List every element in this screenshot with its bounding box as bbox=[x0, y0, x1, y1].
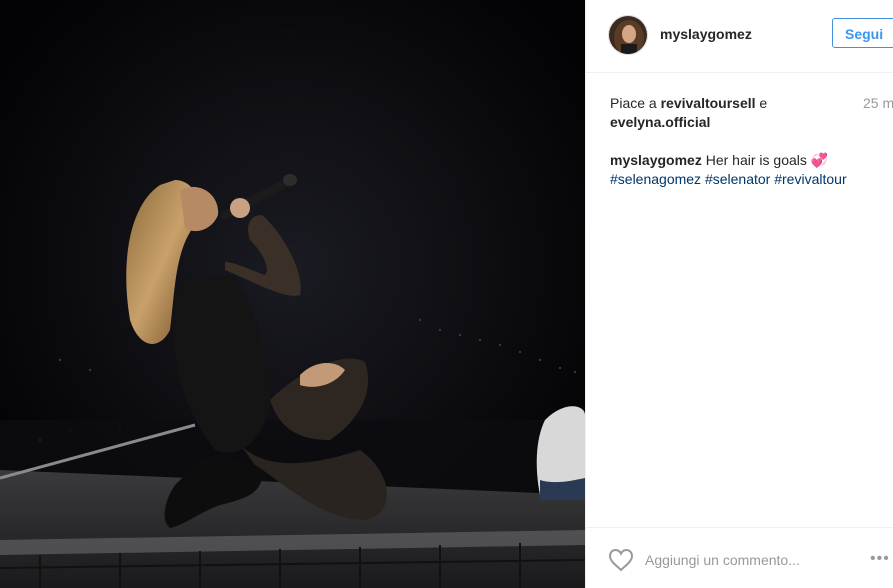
post-details-panel: myslaygomez Segui Piace a revivaltoursel… bbox=[585, 0, 893, 588]
avatar[interactable] bbox=[608, 15, 648, 55]
post-photo[interactable] bbox=[0, 0, 585, 588]
hashtag-link[interactable]: #selenator bbox=[705, 171, 770, 187]
caption-text: Her hair is goals bbox=[705, 152, 807, 168]
post-author-username[interactable]: myslaygomez bbox=[660, 26, 752, 42]
post-header: myslaygomez Segui bbox=[586, 0, 893, 73]
likes-conjunction: e bbox=[759, 95, 768, 111]
comment-input[interactable]: Aggiungi un commento... bbox=[645, 552, 800, 568]
caption-username[interactable]: myslaygomez bbox=[610, 152, 702, 168]
liked-by-user-link[interactable]: evelyna.official bbox=[610, 114, 710, 130]
like-heart-icon[interactable] bbox=[608, 548, 634, 572]
post-caption: myslaygomez Her hair is goals 💞 #selenag… bbox=[610, 151, 880, 189]
avatar-image bbox=[609, 16, 647, 54]
hashtag-link[interactable]: #revivaltour bbox=[774, 171, 846, 187]
likes-prefix: Piace a bbox=[610, 95, 657, 111]
comment-bar: Aggiungi un commento... ••• bbox=[586, 527, 893, 588]
concert-photo-illustration bbox=[0, 0, 585, 588]
liked-by-user-link[interactable]: revivaltoursell bbox=[661, 95, 756, 111]
more-options-icon[interactable]: ••• bbox=[870, 550, 890, 568]
likes-summary: Piace a revivaltoursell e evelyna.offici… bbox=[610, 94, 850, 132]
revolving-hearts-emoji: 💞 bbox=[810, 152, 829, 168]
follow-button[interactable]: Segui bbox=[832, 18, 893, 48]
hashtag-link[interactable]: #selenagomez bbox=[610, 171, 701, 187]
post-timestamp[interactable]: 25 m bbox=[863, 95, 893, 111]
